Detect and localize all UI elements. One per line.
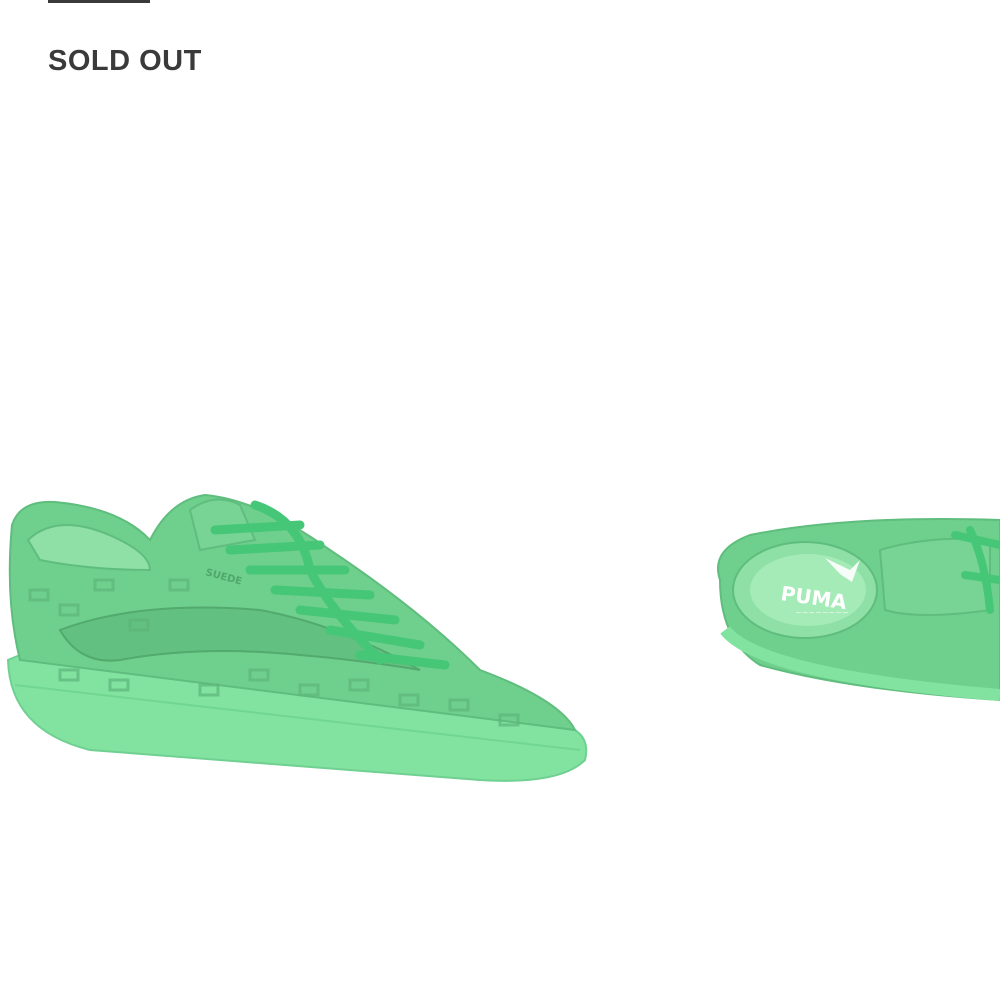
svg-text:~~~~~~~~: ~~~~~~~~: [795, 608, 849, 617]
product-image-carousel[interactable]: SUEDE PUMA ~~~~~~~~: [0, 380, 1000, 840]
product-page: SOLD OUT SUEDE PUMA ~~~~~~~~: [0, 0, 1000, 1000]
product-image-top-view[interactable]: PUMA ~~~~~~~~: [700, 490, 1000, 740]
header-divider: [48, 0, 150, 3]
sneaker-side-image: SUEDE: [6, 493, 588, 782]
sold-out-label: SOLD OUT: [48, 45, 202, 77]
product-image-side-view[interactable]: SUEDE: [0, 430, 600, 810]
sneaker-top-image: PUMA ~~~~~~~~: [717, 518, 1000, 702]
